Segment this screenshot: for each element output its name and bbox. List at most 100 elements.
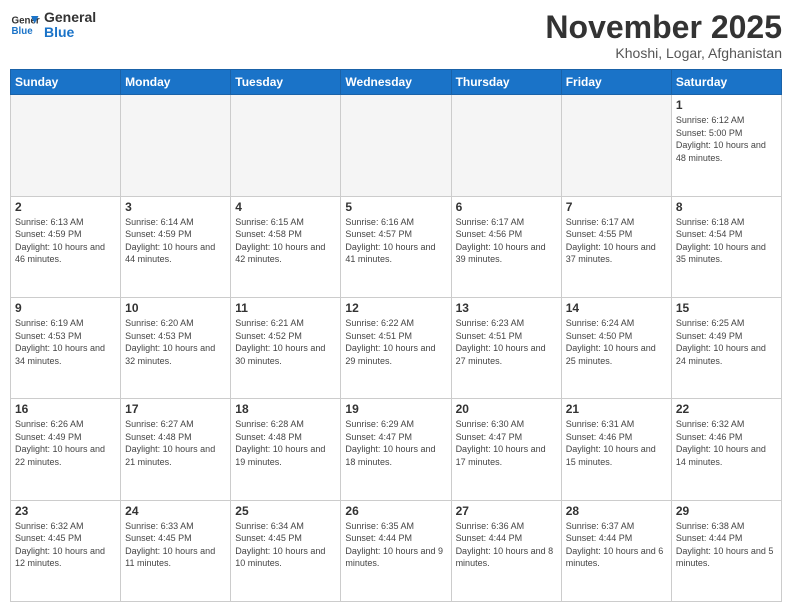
logo-blue: Blue [44, 25, 96, 40]
calendar-cell: 18 Sunrise: 6:28 AM Sunset: 4:48 PM Dayli… [231, 399, 341, 500]
day-number: 22 [676, 402, 777, 416]
day-number: 26 [345, 504, 446, 518]
day-number: 20 [456, 402, 557, 416]
calendar-cell: 24 Sunrise: 6:33 AM Sunset: 4:45 PM Dayli… [121, 500, 231, 601]
day-info: Sunrise: 6:31 AM Sunset: 4:46 PM Dayligh… [566, 418, 667, 468]
day-number: 25 [235, 504, 336, 518]
day-info: Sunrise: 6:12 AM Sunset: 5:00 PM Dayligh… [676, 114, 777, 164]
calendar-cell [11, 95, 121, 196]
svg-text:Blue: Blue [12, 26, 34, 37]
calendar-cell: 22 Sunrise: 6:32 AM Sunset: 4:46 PM Dayli… [671, 399, 781, 500]
header: General Blue General Blue November 2025 … [10, 10, 782, 61]
day-info: Sunrise: 6:33 AM Sunset: 4:45 PM Dayligh… [125, 520, 226, 570]
day-info: Sunrise: 6:29 AM Sunset: 4:47 PM Dayligh… [345, 418, 446, 468]
logo-general: General [44, 10, 96, 25]
calendar-cell: 1 Sunrise: 6:12 AM Sunset: 5:00 PM Daylig… [671, 95, 781, 196]
day-number: 18 [235, 402, 336, 416]
calendar-cell: 13Sunrise: 6:23 AM Sunset: 4:51 PM Dayli… [451, 297, 561, 398]
calendar-cell: 17 Sunrise: 6:27 AM Sunset: 4:48 PM Dayli… [121, 399, 231, 500]
day-info: Sunrise: 6:18 AM Sunset: 4:54 PM Dayligh… [676, 216, 777, 266]
calendar-cell: 14Sunrise: 6:24 AM Sunset: 4:50 PM Dayli… [561, 297, 671, 398]
day-number: 4 [235, 200, 336, 214]
day-info: Sunrise: 6:37 AM Sunset: 4:44 PM Dayligh… [566, 520, 667, 570]
day-number: 8 [676, 200, 777, 214]
day-info: Sunrise: 6:30 AM Sunset: 4:47 PM Dayligh… [456, 418, 557, 468]
calendar-cell: 29Sunrise: 6:38 AM Sunset: 4:44 PM Dayli… [671, 500, 781, 601]
calendar-cell: 11 Sunrise: 6:21 AM Sunset: 4:52 PM Dayli… [231, 297, 341, 398]
calendar-cell [451, 95, 561, 196]
day-number: 27 [456, 504, 557, 518]
header-saturday: Saturday [671, 70, 781, 95]
day-info: Sunrise: 6:20 AM Sunset: 4:53 PM Dayligh… [125, 317, 226, 367]
calendar-cell: 8 Sunrise: 6:18 AM Sunset: 4:54 PM Daylig… [671, 196, 781, 297]
day-number: 21 [566, 402, 667, 416]
day-number: 16 [15, 402, 116, 416]
logo-icon: General Blue [10, 10, 40, 40]
calendar-cell: 25Sunrise: 6:34 AM Sunset: 4:45 PM Dayli… [231, 500, 341, 601]
day-number: 1 [676, 98, 777, 112]
day-info: Sunrise: 6:17 AM Sunset: 4:56 PM Dayligh… [456, 216, 557, 266]
calendar-cell [561, 95, 671, 196]
day-number: 15 [676, 301, 777, 315]
calendar-cell: 26 Sunrise: 6:35 AM Sunset: 4:44 PM Dayli… [341, 500, 451, 601]
calendar-cell: 5 Sunrise: 6:16 AM Sunset: 4:57 PM Daylig… [341, 196, 451, 297]
day-info: Sunrise: 6:15 AM Sunset: 4:58 PM Dayligh… [235, 216, 336, 266]
day-number: 23 [15, 504, 116, 518]
calendar-cell: 28 Sunrise: 6:37 AM Sunset: 4:44 PM Dayli… [561, 500, 671, 601]
day-info: Sunrise: 6:14 AM Sunset: 4:59 PM Dayligh… [125, 216, 226, 266]
header-tuesday: Tuesday [231, 70, 341, 95]
day-info: Sunrise: 6:24 AM Sunset: 4:50 PM Dayligh… [566, 317, 667, 367]
day-info: Sunrise: 6:21 AM Sunset: 4:52 PM Dayligh… [235, 317, 336, 367]
day-info: Sunrise: 6:17 AM Sunset: 4:55 PM Dayligh… [566, 216, 667, 266]
day-number: 19 [345, 402, 446, 416]
calendar-cell: 23 Sunrise: 6:32 AM Sunset: 4:45 PM Dayli… [11, 500, 121, 601]
day-number: 13 [456, 301, 557, 315]
logo: General Blue General Blue [10, 10, 96, 41]
calendar-cell [121, 95, 231, 196]
day-info: Sunrise: 6:16 AM Sunset: 4:57 PM Dayligh… [345, 216, 446, 266]
calendar-cell: 27 Sunrise: 6:36 AM Sunset: 4:44 PM Dayli… [451, 500, 561, 601]
calendar-cell: 16 Sunrise: 6:26 AM Sunset: 4:49 PM Dayli… [11, 399, 121, 500]
day-info: Sunrise: 6:19 AM Sunset: 4:53 PM Dayligh… [15, 317, 116, 367]
day-info: Sunrise: 6:26 AM Sunset: 4:49 PM Dayligh… [15, 418, 116, 468]
day-info: Sunrise: 6:38 AM Sunset: 4:44 PM Dayligh… [676, 520, 777, 570]
day-info: Sunrise: 6:32 AM Sunset: 4:46 PM Dayligh… [676, 418, 777, 468]
calendar-cell: 4 Sunrise: 6:15 AM Sunset: 4:58 PM Daylig… [231, 196, 341, 297]
calendar-cell: 7 Sunrise: 6:17 AM Sunset: 4:55 PM Daylig… [561, 196, 671, 297]
day-info: Sunrise: 6:36 AM Sunset: 4:44 PM Dayligh… [456, 520, 557, 570]
calendar-cell: 3 Sunrise: 6:14 AM Sunset: 4:59 PM Daylig… [121, 196, 231, 297]
month-title: November 2025 [545, 10, 782, 45]
day-info: Sunrise: 6:32 AM Sunset: 4:45 PM Dayligh… [15, 520, 116, 570]
day-info: Sunrise: 6:28 AM Sunset: 4:48 PM Dayligh… [235, 418, 336, 468]
day-number: 28 [566, 504, 667, 518]
header-sunday: Sunday [11, 70, 121, 95]
day-number: 24 [125, 504, 226, 518]
day-number: 7 [566, 200, 667, 214]
day-number: 17 [125, 402, 226, 416]
calendar-cell: 10 Sunrise: 6:20 AM Sunset: 4:53 PM Dayli… [121, 297, 231, 398]
day-number: 3 [125, 200, 226, 214]
calendar-cell: 20 Sunrise: 6:30 AM Sunset: 4:47 PM Dayli… [451, 399, 561, 500]
calendar-cell: 15 Sunrise: 6:25 AM Sunset: 4:49 PM Dayli… [671, 297, 781, 398]
day-number: 10 [125, 301, 226, 315]
day-number: 9 [15, 301, 116, 315]
header-wednesday: Wednesday [341, 70, 451, 95]
calendar-cell [341, 95, 451, 196]
calendar-cell: 6Sunrise: 6:17 AM Sunset: 4:56 PM Daylig… [451, 196, 561, 297]
calendar-cell: 2Sunrise: 6:13 AM Sunset: 4:59 PM Daylig… [11, 196, 121, 297]
calendar-table: Sunday Monday Tuesday Wednesday Thursday… [10, 69, 782, 602]
day-number: 12 [345, 301, 446, 315]
day-info: Sunrise: 6:13 AM Sunset: 4:59 PM Dayligh… [15, 216, 116, 266]
day-number: 5 [345, 200, 446, 214]
calendar-cell: 9 Sunrise: 6:19 AM Sunset: 4:53 PM Daylig… [11, 297, 121, 398]
header-friday: Friday [561, 70, 671, 95]
day-info: Sunrise: 6:35 AM Sunset: 4:44 PM Dayligh… [345, 520, 446, 570]
day-info: Sunrise: 6:25 AM Sunset: 4:49 PM Dayligh… [676, 317, 777, 367]
day-info: Sunrise: 6:22 AM Sunset: 4:51 PM Dayligh… [345, 317, 446, 367]
location: Khoshi, Logar, Afghanistan [545, 45, 782, 61]
page: General Blue General Blue November 2025 … [0, 0, 792, 612]
calendar-header-row: Sunday Monday Tuesday Wednesday Thursday… [11, 70, 782, 95]
day-info: Sunrise: 6:27 AM Sunset: 4:48 PM Dayligh… [125, 418, 226, 468]
title-block: November 2025 Khoshi, Logar, Afghanistan [545, 10, 782, 61]
day-number: 11 [235, 301, 336, 315]
